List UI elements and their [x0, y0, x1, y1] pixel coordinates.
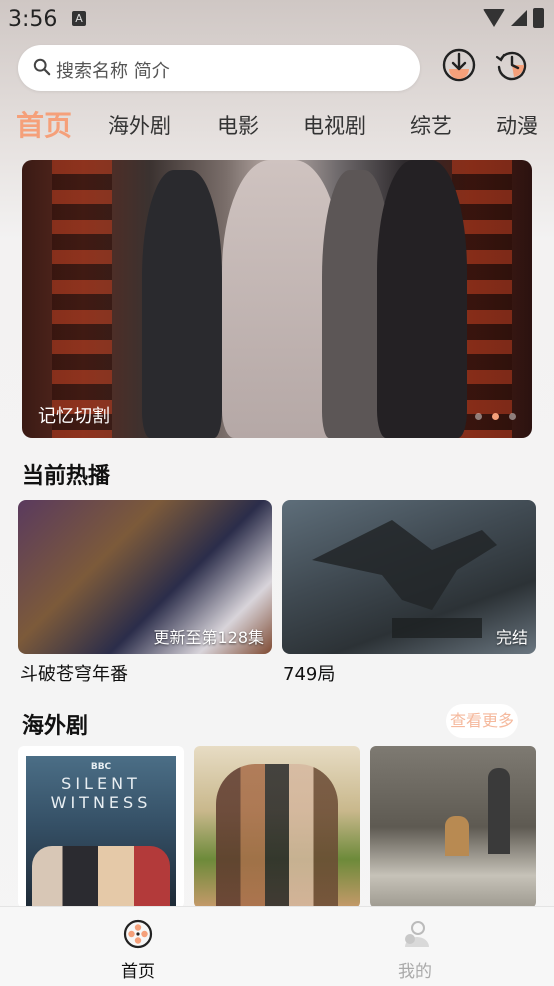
- show-card[interactable]: 更新至第128集: [18, 500, 272, 654]
- poster-card[interactable]: [194, 746, 360, 908]
- tab-movies[interactable]: 电影: [217, 110, 259, 140]
- nav-label-profile: 我的: [398, 962, 432, 982]
- battery-icon: [533, 8, 544, 28]
- status-bar: 3:56 A: [0, 0, 554, 38]
- carousel-dot-active: [492, 413, 499, 420]
- poster-caption: SILENT: [61, 774, 141, 793]
- poster-image: BBC SILENT WITNESS: [26, 756, 176, 908]
- tab-overseas[interactable]: 海外剧: [108, 110, 171, 140]
- history-icon[interactable]: [494, 47, 530, 83]
- bottom-navigation: 首页 我的: [0, 906, 554, 986]
- tab-variety[interactable]: 综艺: [410, 110, 452, 140]
- poster-artwork: [216, 764, 338, 908]
- film-reel-icon: [123, 919, 153, 949]
- banner-carousel[interactable]: 记忆切割: [22, 160, 532, 438]
- signal-icon: [511, 10, 527, 26]
- episode-badge: 更新至第128集: [153, 628, 264, 647]
- search-icon: [33, 58, 51, 76]
- search-placeholder: 搜索名称 简介: [56, 61, 170, 82]
- carousel-indicator: [475, 413, 516, 420]
- poster-card[interactable]: BBC SILENT WITNESS: [18, 746, 184, 908]
- poster-caption: BBC: [90, 762, 112, 772]
- download-icon[interactable]: [441, 47, 477, 83]
- poster-artwork: [488, 768, 510, 854]
- poster-artwork: [445, 816, 469, 856]
- poster-card[interactable]: [370, 746, 536, 908]
- nav-profile[interactable]: 我的: [375, 919, 455, 982]
- nav-home[interactable]: 首页: [98, 919, 178, 982]
- poster-caption: WITNESS: [50, 793, 152, 812]
- section-title-now-playing: 当前热播: [22, 464, 111, 489]
- carousel-dot: [509, 413, 516, 420]
- tab-anime[interactable]: 动漫: [496, 110, 538, 140]
- show-card[interactable]: 完结: [282, 500, 536, 654]
- poster-artwork: [32, 846, 170, 908]
- banner-figure: [377, 160, 467, 438]
- section-title-overseas: 海外剧: [22, 714, 89, 739]
- notification-icon: A: [72, 11, 86, 26]
- show-title[interactable]: 斗破苍穹年番: [20, 660, 128, 686]
- carousel-dot: [475, 413, 482, 420]
- banner-decor-left: [52, 160, 112, 438]
- tab-home[interactable]: 首页: [16, 104, 72, 144]
- banner-figure: [142, 170, 222, 438]
- banner-title: 记忆切割: [38, 406, 110, 427]
- search-input[interactable]: 搜索名称 简介: [18, 45, 420, 91]
- category-tabs: 首页 海外剧 电影 电视剧 综艺 动漫: [0, 104, 554, 144]
- status-icons: [483, 8, 544, 28]
- status-time: 3:56: [8, 7, 58, 32]
- wifi-icon: [483, 9, 505, 27]
- nav-label-home: 首页: [121, 962, 155, 982]
- tab-tv[interactable]: 电视剧: [303, 110, 366, 140]
- user-icon: [405, 921, 429, 947]
- show-title[interactable]: 749局: [283, 660, 335, 686]
- see-more-button[interactable]: 查看更多: [446, 704, 518, 738]
- status-badge: 完结: [495, 628, 528, 647]
